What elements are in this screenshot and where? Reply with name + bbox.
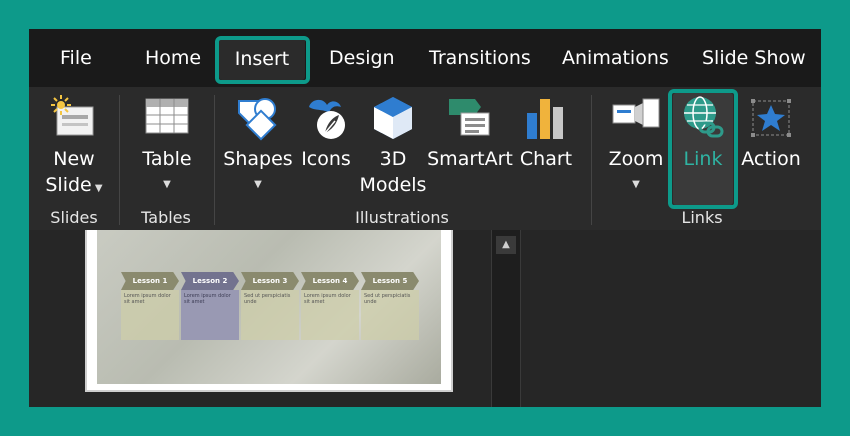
smartart-icon bbox=[437, 93, 503, 143]
table-icon bbox=[139, 93, 195, 143]
shapes-label: Shapes bbox=[223, 148, 293, 170]
tab-animations[interactable]: Animations bbox=[562, 29, 669, 87]
shapes-icon bbox=[231, 93, 285, 143]
insert-ribbon: New Slide ▼ Slides Table ▼ Tables Shapes… bbox=[29, 87, 821, 230]
chevron-down-icon: ▼ bbox=[163, 179, 171, 190]
smartart-button[interactable]: SmartArt bbox=[427, 87, 513, 207]
chevron-down-icon: ▼ bbox=[91, 183, 103, 194]
zoom-label: Zoom bbox=[608, 148, 664, 170]
link-button-highlight bbox=[668, 89, 738, 209]
lesson-title: Lesson 4 bbox=[301, 272, 359, 290]
lesson-text: Sed ut perspiciatis unde bbox=[241, 290, 299, 340]
slide-background: Lesson 1 Lorem ipsum dolor sit amet Less… bbox=[97, 230, 441, 384]
chart-label: Chart bbox=[519, 148, 573, 170]
chart-button[interactable]: Chart bbox=[520, 87, 572, 207]
slide-thumbnail[interactable]: Lesson 1 Lorem ipsum dolor sit amet Less… bbox=[85, 230, 453, 392]
lesson-title: Lesson 3 bbox=[241, 272, 299, 290]
lesson-text: Sed ut perspiciatis unde bbox=[361, 290, 419, 340]
tab-transitions[interactable]: Transitions bbox=[429, 29, 531, 87]
vertical-scrollbar[interactable]: ▲ bbox=[491, 230, 521, 407]
zoom-button[interactable]: Zoom ▼ bbox=[609, 87, 663, 207]
lesson-title: Lesson 5 bbox=[361, 272, 419, 290]
new-slide-icon bbox=[45, 93, 103, 143]
icons-button[interactable]: Icons bbox=[301, 87, 351, 207]
lesson-title: Lesson 1 bbox=[121, 272, 179, 290]
3d-models-label-2: Models bbox=[359, 174, 427, 196]
lesson-card-5: Lesson 5 Sed ut perspiciatis unde bbox=[361, 272, 419, 340]
lesson-card-1: Lesson 1 Lorem ipsum dolor sit amet bbox=[121, 272, 179, 340]
group-separator bbox=[214, 95, 215, 225]
new-slide-button[interactable]: New Slide ▼ bbox=[45, 87, 103, 207]
table-label: Table bbox=[142, 148, 192, 170]
tab-slide-show[interactable]: Slide Show bbox=[702, 29, 806, 87]
insert-tab-highlight bbox=[215, 36, 310, 84]
group-separator bbox=[591, 95, 592, 225]
lesson-text: Lorem ipsum dolor sit amet bbox=[181, 290, 239, 340]
action-star-icon bbox=[743, 93, 799, 143]
editor-area: Lesson 1 Lorem ipsum dolor sit amet Less… bbox=[29, 230, 821, 407]
lesson-card-3: Lesson 3 Sed ut perspiciatis unde bbox=[241, 272, 299, 340]
lesson-text: Lorem ipsum dolor sit amet bbox=[301, 290, 359, 340]
powerpoint-window: File Home Insert Design Transitions Anim… bbox=[29, 29, 821, 407]
chevron-down-icon: ▼ bbox=[254, 179, 262, 190]
group-label-slides: Slides bbox=[50, 208, 98, 227]
shapes-button[interactable]: Shapes ▼ bbox=[223, 87, 293, 207]
zoom-icon bbox=[609, 93, 663, 143]
smartart-label: SmartArt bbox=[427, 148, 513, 170]
ribbon-tab-bar: File Home Insert Design Transitions Anim… bbox=[29, 29, 821, 87]
lesson-text: Lorem ipsum dolor sit amet bbox=[121, 290, 179, 340]
3d-models-label-1: 3D bbox=[379, 148, 407, 170]
lesson-title: Lesson 2 bbox=[181, 272, 239, 290]
chevron-down-icon: ▼ bbox=[632, 179, 640, 190]
action-button[interactable]: Action bbox=[741, 87, 801, 207]
group-label-illustrations: Illustrations bbox=[355, 208, 449, 227]
group-label-links: Links bbox=[681, 208, 723, 227]
group-label-tables: Tables bbox=[141, 208, 191, 227]
bar-chart-icon bbox=[523, 93, 569, 143]
icons-label: Icons bbox=[301, 148, 351, 170]
scroll-up-arrow-icon[interactable]: ▲ bbox=[496, 236, 516, 254]
icons-icon bbox=[301, 93, 351, 143]
lesson-card-2: Lesson 2 Lorem ipsum dolor sit amet bbox=[181, 272, 239, 340]
new-slide-label-1: New bbox=[53, 148, 95, 170]
3d-models-button[interactable]: 3D Models bbox=[360, 87, 426, 207]
tab-file[interactable]: File bbox=[60, 29, 92, 87]
table-button[interactable]: Table ▼ bbox=[139, 87, 195, 207]
lesson-card-4: Lesson 4 Lorem ipsum dolor sit amet bbox=[301, 272, 359, 340]
group-separator bbox=[119, 95, 120, 225]
action-label: Action bbox=[741, 148, 801, 170]
tab-home[interactable]: Home bbox=[145, 29, 201, 87]
tab-design[interactable]: Design bbox=[329, 29, 395, 87]
new-slide-label-2: Slide bbox=[45, 174, 92, 196]
cube-icon bbox=[365, 93, 421, 143]
